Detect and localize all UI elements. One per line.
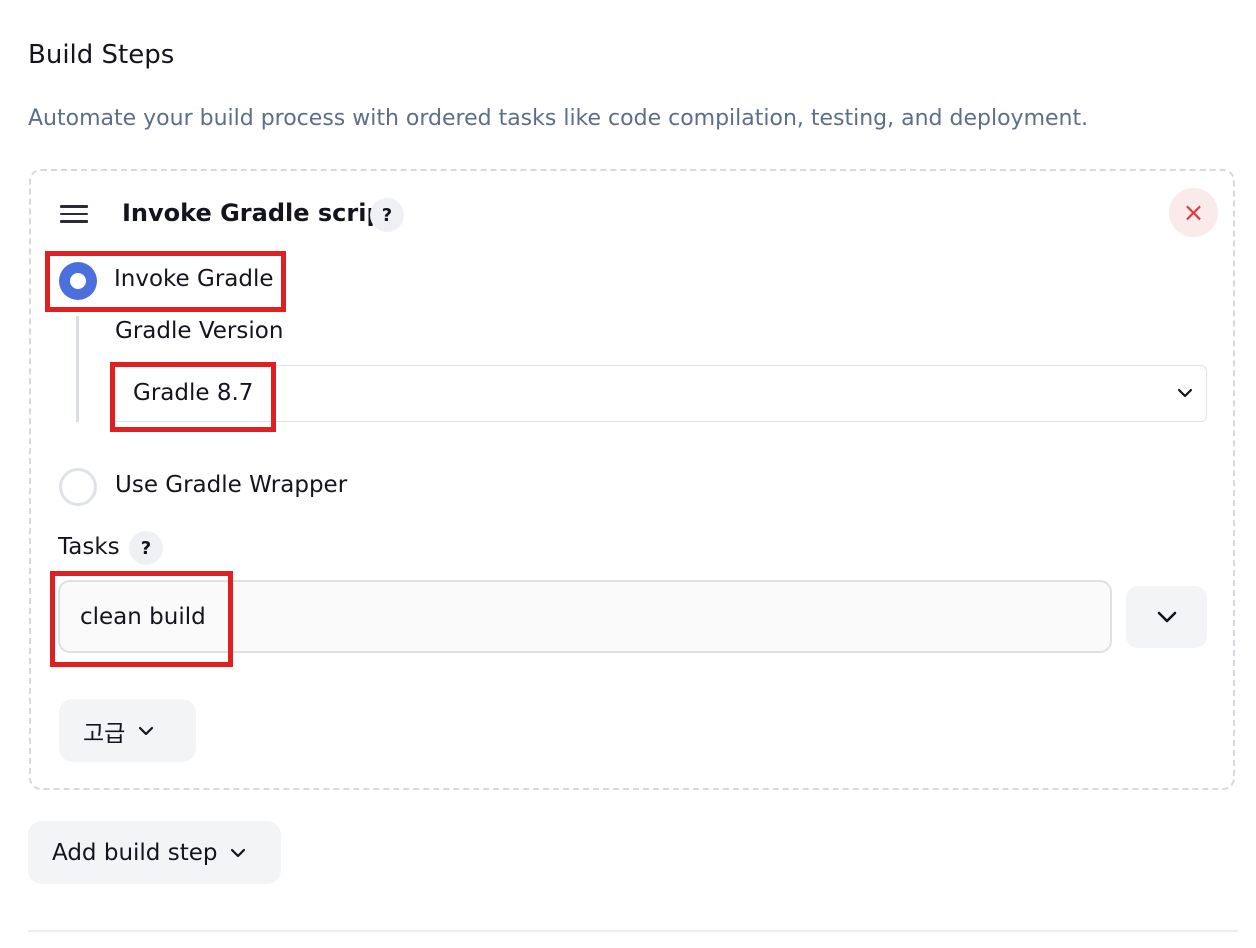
use-gradle-wrapper-radio[interactable]: [59, 468, 97, 506]
add-build-step-label: Add build step: [52, 839, 218, 866]
chevron-down-icon: [1176, 380, 1194, 408]
section-description: Automate your build process with ordered…: [28, 106, 1089, 131]
step-help-button[interactable]: ?: [370, 198, 404, 232]
delete-step-button[interactable]: ×: [1169, 188, 1218, 237]
use-gradle-wrapper-label[interactable]: Use Gradle Wrapper: [115, 472, 347, 498]
chevron-down-icon: [137, 722, 155, 740]
section-divider: [28, 930, 1238, 932]
step-title: Invoke Gradle script: [122, 199, 396, 227]
add-build-step-button[interactable]: Add build step: [28, 821, 281, 884]
gradle-version-label: Gradle Version: [115, 318, 284, 344]
close-icon: ×: [1182, 197, 1205, 228]
advanced-button[interactable]: 고급: [59, 699, 196, 762]
advanced-label: 고급: [83, 720, 126, 747]
invoke-gradle-radio[interactable]: [59, 262, 97, 300]
tasks-help-button[interactable]: ?: [129, 531, 163, 565]
gradle-version-value: Gradle 8.7: [133, 380, 254, 406]
nested-options-line: [76, 316, 79, 422]
drag-handle-icon[interactable]: [60, 205, 88, 225]
chevron-down-icon: [229, 844, 247, 862]
invoke-gradle-label[interactable]: Invoke Gradle: [114, 266, 274, 292]
tasks-input-value: clean build: [80, 604, 206, 630]
tasks-label: Tasks: [58, 534, 120, 560]
tasks-input[interactable]: clean build: [58, 580, 1112, 653]
chevron-down-icon: [1154, 604, 1180, 630]
gradle-version-select[interactable]: Gradle 8.7: [112, 365, 1207, 422]
tasks-dropdown-button[interactable]: [1126, 586, 1207, 648]
section-title: Build Steps: [28, 40, 175, 70]
